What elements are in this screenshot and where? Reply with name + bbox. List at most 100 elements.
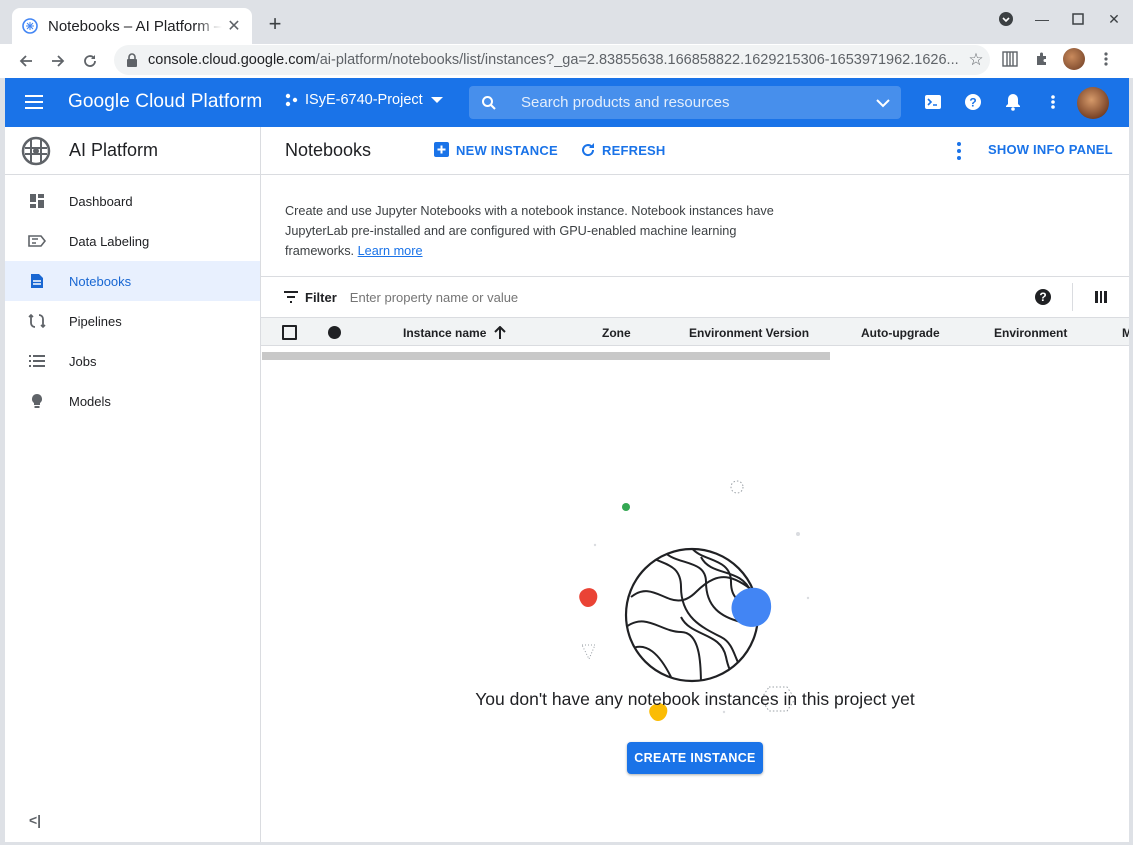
chrome-menu-icon[interactable] (1094, 46, 1118, 72)
refresh-button[interactable]: REFRESH (580, 142, 666, 158)
horizontal-scrollbar[interactable] (262, 352, 830, 360)
red-blob (579, 588, 598, 607)
project-icon (283, 92, 299, 108)
search-input[interactable]: Search products and resources (509, 94, 865, 111)
cloud-shell-icon[interactable] (921, 90, 945, 114)
sidebar-item-label: Jobs (69, 353, 97, 369)
sidebar-item-notebooks[interactable]: Notebooks (5, 261, 260, 301)
main-content: Notebooks NEW INSTANCE REFRESH SHOW INFO… (261, 127, 1129, 842)
chevron-down-icon[interactable] (865, 98, 901, 108)
sidebar-item-models[interactable]: Models (5, 381, 260, 421)
column-display-icon[interactable] (1095, 291, 1108, 303)
svg-text:?: ? (969, 96, 976, 110)
show-info-panel-button[interactable]: SHOW INFO PANEL (988, 142, 1113, 157)
close-window-icon[interactable]: ✕ (1105, 10, 1123, 28)
tab-close-icon[interactable]: ✕ (226, 18, 242, 35)
header-actions: ? (921, 90, 1065, 114)
sidebar-item-pipelines[interactable]: Pipelines (5, 301, 260, 341)
filter-icon (283, 291, 299, 303)
filter-label: Filter (305, 289, 337, 305)
notebook-icon (28, 272, 46, 290)
filter-input[interactable] (349, 289, 650, 305)
column-truncated[interactable]: M (1122, 326, 1129, 340)
account-avatar[interactable] (1077, 87, 1109, 119)
search-bar[interactable]: Search products and resources (469, 86, 901, 119)
learn-more-link[interactable]: Learn more (358, 244, 423, 258)
refresh-label: REFRESH (602, 142, 666, 158)
sidebar-item-dashboard[interactable]: Dashboard (5, 181, 260, 221)
collapse-sidebar-icon[interactable]: <| (29, 812, 41, 828)
bookmark-star-icon[interactable]: ☆ (962, 50, 990, 70)
new-instance-label: NEW INSTANCE (456, 142, 558, 158)
profile-avatar-small[interactable] (1062, 46, 1086, 72)
sidebar-nav: Dashboard Data Labeling Notebooks Pipeli… (5, 175, 260, 421)
column-auto-upgrade[interactable]: Auto-upgrade (861, 326, 940, 340)
empty-state-illustration (579, 480, 810, 721)
status-column-icon (328, 326, 341, 339)
browser-toolbar: console.cloud.google.com/ai-platform/not… (0, 44, 1133, 78)
more-vert-icon[interactable] (1041, 90, 1065, 114)
project-selector[interactable]: ISyE-6740-Project (283, 92, 443, 108)
new-tab-icon[interactable]: + (264, 11, 286, 36)
product-name: AI Platform (69, 140, 159, 160)
url-text: console.cloud.google.com/ai-platform/not… (148, 52, 962, 68)
ai-platform-brain-icon (19, 134, 53, 168)
tab-search-icon[interactable] (997, 10, 1015, 28)
window-controls: — ✕ (997, 10, 1123, 28)
notebooks-description: Create and use Jupyter Notebooks with a … (285, 201, 805, 261)
column-environment-version[interactable]: Environment Version (689, 326, 809, 340)
green-dot (622, 503, 630, 511)
caret-down-icon (430, 97, 443, 103)
pipeline-icon (28, 312, 46, 330)
sort-arrow-up-icon[interactable] (494, 325, 507, 343)
column-environment[interactable]: Environment (994, 326, 1067, 340)
browser-tab[interactable]: Notebooks – AI Platform – ✕ (12, 8, 252, 44)
empty-state-message: You don't have any notebook instances in… (475, 689, 915, 709)
list-icon (28, 352, 46, 370)
column-instance-name[interactable]: Instance name (403, 325, 507, 343)
sidebar-item-label: Notebooks (69, 273, 132, 289)
help-icon[interactable]: ? (1035, 289, 1051, 305)
minimize-icon[interactable]: — (1033, 10, 1051, 28)
sidebar-header: AI Platform (5, 127, 260, 175)
action-bar: Notebooks NEW INSTANCE REFRESH SHOW INFO… (261, 127, 1129, 175)
back-icon[interactable] (10, 46, 42, 76)
reload-icon[interactable] (74, 46, 106, 76)
search-icon (469, 95, 509, 111)
add-box-icon (434, 142, 450, 158)
dashboard-icon (28, 192, 46, 210)
sidebar-item-label: Data Labeling (69, 233, 150, 249)
gcp-logo[interactable]: Google Cloud Platform (68, 91, 262, 113)
dotted-triangle (581, 644, 596, 661)
refresh-icon (580, 142, 596, 158)
maximize-icon[interactable] (1069, 10, 1087, 28)
sidebar-item-label: Models (69, 393, 111, 409)
page: Google Cloud Platform ISyE-6740-Project … (5, 78, 1129, 842)
filter-bar: Filter ? (261, 276, 1129, 317)
extensions-puzzle-icon[interactable] (1030, 46, 1054, 72)
forward-icon[interactable] (42, 46, 74, 76)
new-instance-button[interactable]: NEW INSTANCE (434, 142, 558, 158)
show-info-panel-label: SHOW INFO PANEL (988, 142, 1113, 157)
more-options-icon[interactable] (953, 141, 965, 161)
url-host: console.cloud.google.com (148, 52, 316, 68)
ai-platform-favicon-icon (22, 18, 38, 34)
browser-tab-strip: Notebooks – AI Platform – ✕ + — ✕ (0, 0, 1133, 44)
url-path: /ai-platform/notebooks/list/instances?_g… (315, 52, 959, 68)
sidebar-item-label: Pipelines (69, 313, 122, 329)
dotted-circle (730, 480, 744, 494)
select-all-checkbox[interactable] (282, 325, 297, 340)
tab-title: Notebooks – AI Platform – (48, 17, 222, 35)
sidebar-item-data-labeling[interactable]: Data Labeling (5, 221, 260, 261)
address-bar[interactable]: console.cloud.google.com/ai-platform/not… (114, 45, 990, 75)
extension-piano-icon[interactable] (998, 46, 1022, 72)
column-zone[interactable]: Zone (602, 326, 631, 340)
table-header: Instance name Zone Environment Version A… (261, 317, 1129, 346)
lightbulb-icon (28, 392, 46, 410)
hamburger-menu-icon[interactable] (25, 90, 49, 114)
notifications-icon[interactable] (1001, 90, 1025, 114)
create-instance-button[interactable]: CREATE INSTANCE (627, 742, 763, 774)
lock-icon (126, 53, 140, 67)
help-icon[interactable]: ? (961, 90, 985, 114)
sidebar-item-jobs[interactable]: Jobs (5, 341, 260, 381)
